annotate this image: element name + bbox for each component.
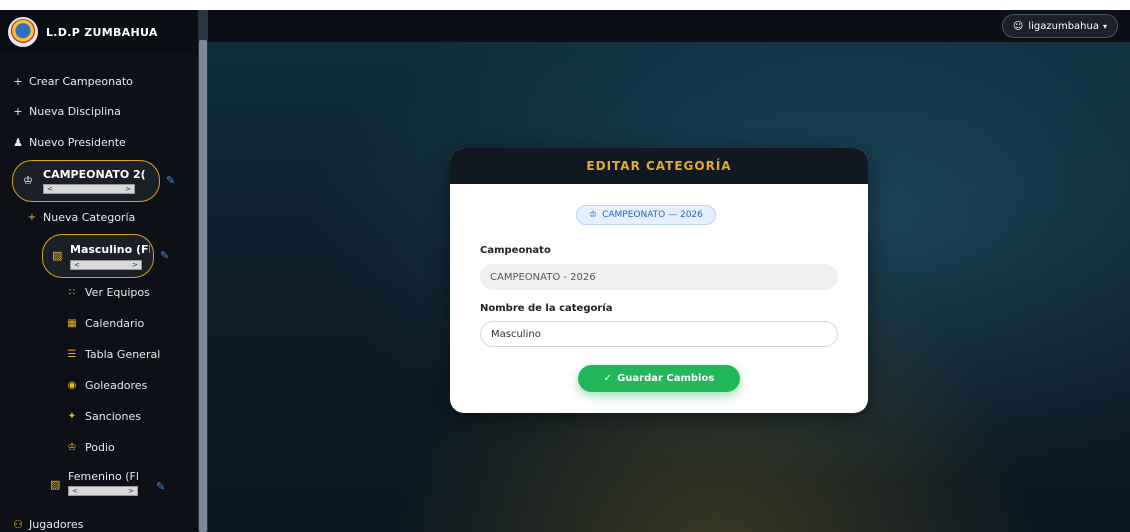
trophy-icon: ♔ xyxy=(67,442,77,453)
plus-icon: + xyxy=(13,104,23,118)
edit-category-icon[interactable]: ✎ xyxy=(160,249,169,262)
category-scrollbar[interactable]: < > xyxy=(70,260,142,270)
category-node-masculino[interactable]: ▨ Masculino (Fl < > xyxy=(42,234,154,278)
scroll-right-icon[interactable]: > xyxy=(128,487,134,495)
topbar: ☺ ligazumbahua ▾ xyxy=(208,10,1130,42)
sidebar-item-label: Goleadores xyxy=(85,379,148,392)
list-icon: ☰ xyxy=(67,349,77,360)
edit-category-icon[interactable]: ✎ xyxy=(156,480,165,493)
sidebar-item-label: Ver Equipos xyxy=(85,286,150,299)
badge-label: CAMPEONATO — 2026 xyxy=(602,210,703,220)
category-scrollbar[interactable]: < > xyxy=(68,486,138,496)
calendar-icon: ▦ xyxy=(67,318,77,329)
user-circle-icon: ☺ xyxy=(1012,20,1024,32)
trophy-icon: ♔ xyxy=(589,210,598,220)
championship-label: CAMPEONATO 2( xyxy=(43,168,146,181)
scroll-right-icon[interactable]: > xyxy=(132,261,138,269)
sidebar-item-podio[interactable]: ♔ Podio xyxy=(66,441,115,454)
scroll-right-icon[interactable]: > xyxy=(125,185,131,193)
category-label: Femenino (Fl xyxy=(68,470,138,483)
sidebar-item-label: Tabla General xyxy=(85,348,161,361)
sidebar-item-label: Crear Campeonato xyxy=(29,74,133,88)
sidebar-item-label: Calendario xyxy=(85,317,145,330)
championship-badge: ♔ CAMPEONATO — 2026 xyxy=(576,205,716,225)
campeonato-label: Campeonato xyxy=(480,245,551,256)
sidebar-item-ver-equipos[interactable]: ∷ Ver Equipos xyxy=(66,286,150,299)
teams-icon: ∷ xyxy=(68,287,76,298)
scroll-left-icon[interactable]: < xyxy=(72,487,78,495)
edit-category-card: EDITAR CATEGORÍA ♔ CAMPEONATO — 2026 Cam… xyxy=(450,148,868,413)
sidebar-item-tabla-general[interactable]: ☰ Tabla General xyxy=(66,348,161,361)
scroll-left-icon[interactable]: < xyxy=(47,185,53,193)
brand-name: L.D.P ZUMBAHUA xyxy=(46,25,158,39)
ball-icon: ◉ xyxy=(67,380,77,391)
nombre-label: Nombre de la categoría xyxy=(480,303,613,314)
sidebar-item-label: Jugadores xyxy=(29,517,84,531)
trophy-icon: ♔ xyxy=(23,174,33,187)
sidebar-item-label: Nueva Categoría xyxy=(43,211,136,224)
category-name-input[interactable]: Masculino xyxy=(480,321,838,347)
sidebar-item-label: Nuevo Presidente xyxy=(29,135,126,149)
sidebar-scrollbar-thumb[interactable] xyxy=(199,40,207,532)
sidebar-item-goleadores[interactable]: ◉ Goleadores xyxy=(66,379,148,392)
edit-championship-icon[interactable]: ✎ xyxy=(166,174,175,187)
sidebar-item-label: Sanciones xyxy=(85,410,141,423)
card-title: EDITAR CATEGORÍA xyxy=(450,148,868,184)
category-label: Masculino (Fl xyxy=(70,243,150,256)
campeonato-field: CAMPEONATO - 2026 xyxy=(480,264,838,290)
championship-node[interactable]: ♔ CAMPEONATO 2( < > xyxy=(12,160,160,202)
username: ligazumbahua xyxy=(1028,20,1099,32)
users-icon: ⚇ xyxy=(13,517,23,531)
sidebar-item-label: Podio xyxy=(85,441,115,454)
category-node-femenino[interactable]: ▨ Femenino (Fl < > xyxy=(50,467,150,503)
sidebar-item-sanciones[interactable]: ✦ Sanciones xyxy=(66,410,141,423)
league-logo xyxy=(8,17,38,47)
save-button-label: Guardar Cambios xyxy=(617,373,715,384)
sidebar-item-calendario[interactable]: ▦ Calendario xyxy=(66,317,144,330)
check-icon: ✓ xyxy=(603,373,613,384)
sidebar: L.D.P ZUMBAHUA + Crear Campeonato + Nuev… xyxy=(0,10,198,532)
user-menu-button[interactable]: ☺ ligazumbahua ▾ xyxy=(1001,14,1118,38)
main-content: ☺ ligazumbahua ▾ EDITAR CATEGORÍA ♔ CAMP… xyxy=(208,10,1130,532)
app-window: L.D.P ZUMBAHUA + Crear Campeonato + Nuev… xyxy=(0,10,1130,532)
folder-icon: ▨ xyxy=(52,249,63,262)
plus-icon: + xyxy=(27,212,37,223)
sidebar-item-jugadores[interactable]: ⚇ Jugadores xyxy=(12,515,83,532)
sidebar-item-crear-campeonato[interactable]: + Crear Campeonato xyxy=(12,72,133,90)
sanction-icon: ✦ xyxy=(67,411,77,422)
sidebar-item-label: Nueva Disciplina xyxy=(29,104,121,118)
sidebar-item-nueva-disciplina[interactable]: + Nueva Disciplina xyxy=(12,102,121,120)
save-changes-button[interactable]: ✓ Guardar Cambios xyxy=(578,365,740,392)
user-icon: ♟ xyxy=(13,135,23,149)
chevron-down-icon: ▾ xyxy=(1102,21,1107,31)
brand[interactable]: L.D.P ZUMBAHUA xyxy=(0,10,198,54)
plus-icon: + xyxy=(13,74,23,88)
scroll-left-icon[interactable]: < xyxy=(74,261,80,269)
sidebar-item-nuevo-presidente[interactable]: ♟ Nuevo Presidente xyxy=(12,133,126,151)
folder-icon: ▨ xyxy=(50,478,61,491)
sidebar-item-nueva-categoria[interactable]: + Nueva Categoría xyxy=(26,211,135,224)
championship-scrollbar[interactable]: < > xyxy=(43,184,135,194)
